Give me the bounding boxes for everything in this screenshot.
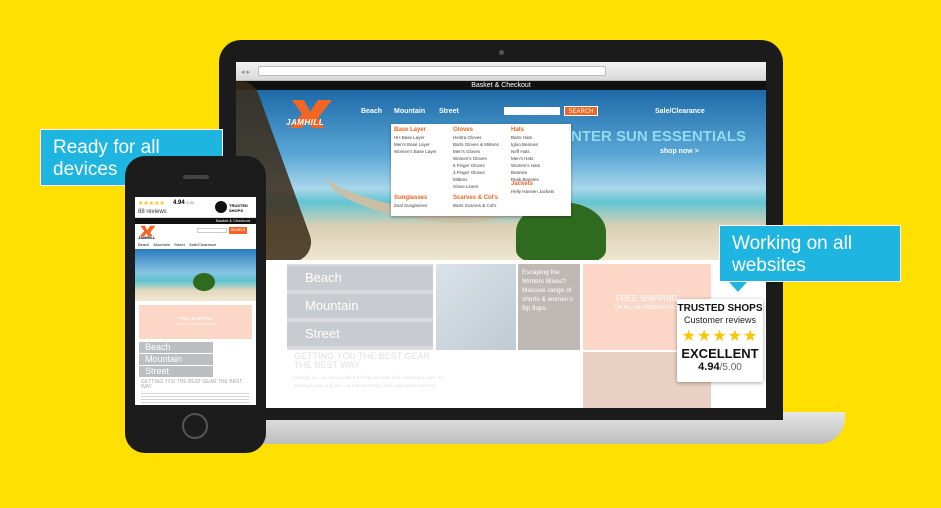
laptop-camera [499,50,504,55]
trusted-shops-logo-icon [215,201,227,213]
phone-site-header: JAMHILL SEARCH [135,224,256,242]
nav-street[interactable]: Street [439,108,459,115]
phone-bush-image [193,273,215,291]
menu-heading[interactable]: Scarves & Col's [453,195,498,202]
menu-heading[interactable]: Sunglasses [394,195,427,202]
phone-body-text [141,391,249,405]
menu-column-1b: Sunglasses Zeal Sunglasses [394,195,427,209]
phone-category-beach[interactable]: Beach [139,342,213,353]
phone-nav-beach[interactable]: Beach [138,242,149,247]
phone-category-street[interactable]: Street [139,366,213,377]
phone-search-input[interactable] [197,228,227,233]
phone-getting-heading: GETTING YOU THE BEST GEAR THE BEST WAY [141,379,243,390]
phone-speaker [183,175,209,179]
search-input[interactable] [504,107,560,115]
logo-text[interactable]: JAMHILL [286,118,324,127]
menu-item[interactable]: Women's Gloves [453,155,499,162]
category-tile-mountain[interactable]: Mountain [287,294,433,318]
menu-item[interactable]: Women's Base Layer [394,148,437,155]
phone-nav-mountain[interactable]: Mountain [153,242,169,247]
phone-score-value: 4.94 [173,200,185,206]
menu-item[interactable]: 5 Finger Gloves [453,162,499,169]
nav-sale-clearance[interactable]: Sale/Clearance [655,108,705,115]
menu-heading[interactable]: Gloves [453,127,499,134]
search-button[interactable]: SEARCH [564,106,598,116]
menu-item[interactable]: Beanies [511,169,540,176]
trusted-shops-logo-text: TRUSTED SHOPS [229,203,248,213]
star-rating-icon: ★★★★★ [138,201,165,207]
nav-mountain[interactable]: Mountain [394,108,425,115]
badge-rating-word: EXCELLENT [681,346,759,361]
phone-score-max: 5.00 [186,200,195,205]
menu-column-2b: Scarves & Col's Barts Scarves & Col's [453,195,498,209]
browser-address-bar[interactable] [258,66,606,76]
menu-item[interactable]: Men's Hats [511,155,540,162]
smartphone: ★★★★★ 4.94 5.00 88 reviews TRUSTED SHOPS… [125,156,266,453]
menu-item[interactable]: Barts Scarves & Col's [453,202,498,209]
phone-screen: ★★★★★ 4.94 5.00 88 reviews TRUSTED SHOPS… [135,197,256,405]
hero-headline: NTER SUN ESSENTIALS [571,128,747,145]
menu-item[interactable]: 3 Finger Gloves [453,169,499,176]
badge-score: 4.94/5.00 [677,361,763,373]
menu-item[interactable]: Hestra Gloves [453,134,499,141]
menu-heading[interactable]: Hats [511,127,540,134]
menu-item[interactable]: Women's Hats [511,162,540,169]
menu-item[interactable]: Igloo Beanies [511,141,540,148]
phone-hero-banner[interactable] [135,249,256,301]
category-tile-street[interactable]: Street [287,322,433,346]
menu-item[interactable]: Neff Hats [511,148,540,155]
browser-nav-icons[interactable]: ◂▸ [241,68,252,76]
phone-category-mountain[interactable]: Mountain [139,354,213,365]
promo-photo[interactable] [436,264,516,350]
basket-checkout-bar[interactable]: Basket & Checkout [236,81,766,90]
menu-column-3: Hats Barts Hats Igloo Beanies Neff Hats … [511,127,540,183]
menu-item[interactable]: HH Base Layer [394,134,437,141]
menu-item[interactable]: Men's Gloves [453,148,499,155]
menu-heading[interactable]: Base Layer [394,127,437,134]
callout-working-websites: Working on all websites [719,225,901,282]
getting-heading: GETTING YOU THE BEST GEAR THE BEST WAY [294,351,431,370]
phone-free-shipping-subtitle: ON ALL UK ORDERS OVER [176,322,215,326]
phone-search-button[interactable]: SEARCH [229,227,247,234]
menu-column-1: Base Layer HH Base Layer Men's Base Laye… [394,127,437,155]
phone-free-shipping-box[interactable]: FREE SHIPPING ON ALL UK ORDERS OVER [139,305,252,339]
nav-beach[interactable]: Beach [361,108,382,115]
badge-subtitle: Customer reviews [683,315,757,325]
menu-item[interactable]: Mittens [453,176,499,183]
trusted-shops-badge[interactable]: TRUSTED SHOPS Customer reviews ★★★★★ EXC… [677,299,763,382]
badge-title: TRUSTED SHOPS [677,303,763,314]
phone-logo-text[interactable]: JAMHILL [138,235,155,240]
phone-free-shipping-title: FREE SHIPPING [178,316,213,321]
promo-text[interactable]: Escaping the Winters Blues? Massive rang… [518,264,580,350]
badge-score-max: /5.00 [719,362,742,373]
menu-item[interactable]: Zeal Sunglasses [394,202,427,209]
callout-pointer [729,282,747,292]
menu-heading[interactable]: Jackets [511,181,554,188]
menu-column-3b: Jackets Helly Hansen Jackets [511,181,554,195]
menu-item[interactable]: Men's Base Layer [394,141,437,148]
menu-column-2: Gloves Hestra Gloves Barts Gloves & Mitt… [453,127,499,190]
trusted-shops-bar[interactable]: ★★★★★ 4.94 5.00 88 reviews TRUSTED SHOPS [135,197,256,218]
intro-body-text: Used by us - we only provide the things … [294,375,444,388]
menu-item[interactable]: Glove Liners [453,183,499,190]
menu-item[interactable]: Helly Hansen Jackets [511,188,554,195]
phone-nav: Beach Mountain Street Sale/Clearance [138,242,219,247]
mega-menu-dropdown: Base Layer HH Base Layer Men's Base Laye… [391,124,571,216]
phone-nav-street[interactable]: Street [174,242,185,247]
phone-home-button[interactable] [182,413,208,439]
badge-score-value: 4.94 [698,361,720,373]
menu-item[interactable]: Barts Hats [511,134,540,141]
hero-banner: JAMHILL Beach Mountain Street SEARCH Sal… [236,75,766,275]
menu-item[interactable]: Barts Gloves & Mittens [453,141,499,148]
browser-toolbar: ◂▸ [236,62,766,81]
phone-reviews-count: 88 reviews [138,209,167,215]
phone-score: 4.94 5.00 [173,200,194,206]
star-rating-icon: ★★★★★ [681,328,759,345]
phone-nav-sale[interactable]: Sale/Clearance [189,242,216,247]
category-tile-beach[interactable]: Beach [287,266,433,290]
shop-now-link[interactable]: shop now > [660,148,699,155]
